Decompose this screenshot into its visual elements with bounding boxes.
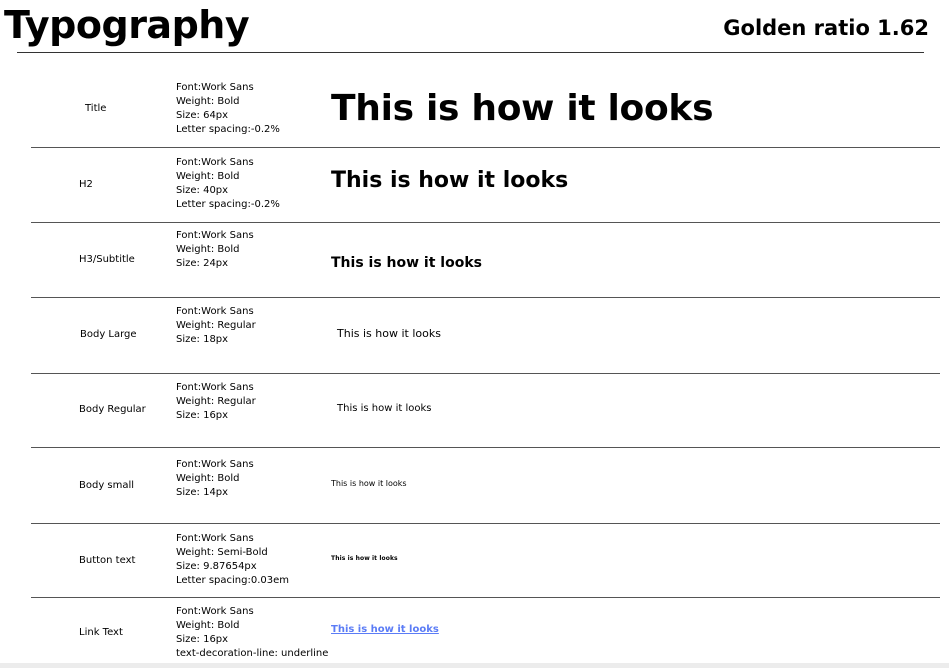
spec-font: Font:Work Sans	[176, 606, 254, 617]
sample-body-regular: This is how it looks	[337, 403, 432, 414]
spec-font: Font:Work Sans	[176, 533, 254, 544]
spec-font: Font:Work Sans	[176, 82, 254, 93]
typography-table: Title Font:Work Sans Weight: Bold Size: …	[31, 72, 940, 664]
spec-letter-spacing: Letter spacing:-0.2%	[176, 199, 280, 210]
typography-row-h2: H2 Font:Work Sans Weight: Bold Size: 40p…	[31, 148, 940, 223]
spec-weight: Weight: Regular	[176, 320, 256, 331]
spec-font: Font:Work Sans	[176, 382, 254, 393]
typography-row-h3-subtitle: H3/Subtitle Font:Work Sans Weight: Bold …	[31, 223, 940, 298]
row-label-h3-subtitle: H3/Subtitle	[79, 254, 135, 265]
golden-ratio-label: Golden ratio 1.62	[723, 16, 929, 40]
sample-link-text[interactable]: This is how it looks	[331, 624, 439, 635]
spec-font: Font:Work Sans	[176, 459, 254, 470]
sample-h2: This is how it looks	[331, 168, 569, 193]
row-specs-h2: Font:Work Sans Weight: Bold Size: 40px L…	[176, 156, 280, 212]
row-label-title: Title	[85, 103, 107, 114]
spec-letter-spacing: Letter spacing:0.03em	[176, 575, 290, 586]
spec-weight: Weight: Bold	[176, 96, 240, 107]
typography-row-title: Title Font:Work Sans Weight: Bold Size: …	[31, 72, 940, 148]
header-divider	[17, 52, 924, 53]
typography-row-link-text: Link Text Font:Work Sans Weight: Bold Si…	[31, 598, 940, 664]
spec-weight: Weight: Bold	[176, 244, 240, 255]
row-specs-body-small: Font:Work Sans Weight: Bold Size: 14px	[176, 458, 254, 500]
spec-size: Size: 18px	[176, 334, 229, 345]
typography-row-body-large: Body Large Font:Work Sans Weight: Regula…	[31, 298, 940, 374]
spec-weight: Weight: Regular	[176, 396, 256, 407]
row-label-body-regular: Body Regular	[79, 404, 146, 415]
spec-size: Size: 16px	[176, 634, 229, 645]
row-specs-button-text: Font:Work Sans Weight: Semi-Bold Size: 9…	[176, 532, 289, 588]
spec-weight: Weight: Bold	[176, 473, 240, 484]
sample-body-large: This is how it looks	[337, 327, 441, 340]
row-specs-body-large: Font:Work Sans Weight: Regular Size: 18p…	[176, 305, 256, 347]
row-specs-body-regular: Font:Work Sans Weight: Regular Size: 16p…	[176, 381, 256, 423]
spec-font: Font:Work Sans	[176, 230, 254, 241]
sample-body-small: This is how it looks	[331, 479, 407, 488]
row-label-button-text: Button text	[79, 555, 136, 566]
spec-size: Size: 40px	[176, 185, 229, 196]
row-label-body-large: Body Large	[80, 329, 137, 340]
typography-row-body-regular: Body Regular Font:Work Sans Weight: Regu…	[31, 374, 940, 448]
row-label-body-small: Body small	[79, 480, 135, 491]
spec-font: Font:Work Sans	[176, 157, 254, 168]
page-title: Typography	[4, 3, 250, 47]
row-label-h2: H2	[79, 179, 93, 190]
spec-size: Size: 64px	[176, 110, 229, 121]
row-label-link-text: Link Text	[79, 627, 123, 638]
spec-letter-spacing: Letter spacing:-0.2%	[176, 124, 280, 135]
typography-row-button-text: Button text Font:Work Sans Weight: Semi-…	[31, 524, 940, 598]
footer-band	[0, 663, 949, 668]
spec-size: Size: 24px	[176, 258, 229, 269]
spec-weight: Weight: Bold	[176, 171, 240, 182]
spec-size: Size: 16px	[176, 410, 229, 421]
typography-row-body-small: Body small Font:Work Sans Weight: Bold S…	[31, 448, 940, 524]
row-specs-title: Font:Work Sans Weight: Bold Size: 64px L…	[176, 81, 280, 137]
sample-button-text: This is how it looks	[331, 555, 398, 562]
sample-h3-subtitle: This is how it looks	[331, 255, 482, 271]
spec-text-decoration: text-decoration-line: underline	[176, 648, 329, 659]
spec-font: Font:Work Sans	[176, 306, 254, 317]
spec-weight: Weight: Bold	[176, 620, 240, 631]
spec-size: Size: 14px	[176, 487, 229, 498]
sample-title: This is how it looks	[331, 88, 714, 129]
spec-weight: Weight: Semi-Bold	[176, 547, 268, 558]
row-specs-h3-subtitle: Font:Work Sans Weight: Bold Size: 24px	[176, 229, 254, 271]
row-specs-link-text: Font:Work Sans Weight: Bold Size: 16px t…	[176, 605, 328, 661]
spec-size: Size: 9.87654px	[176, 561, 257, 572]
